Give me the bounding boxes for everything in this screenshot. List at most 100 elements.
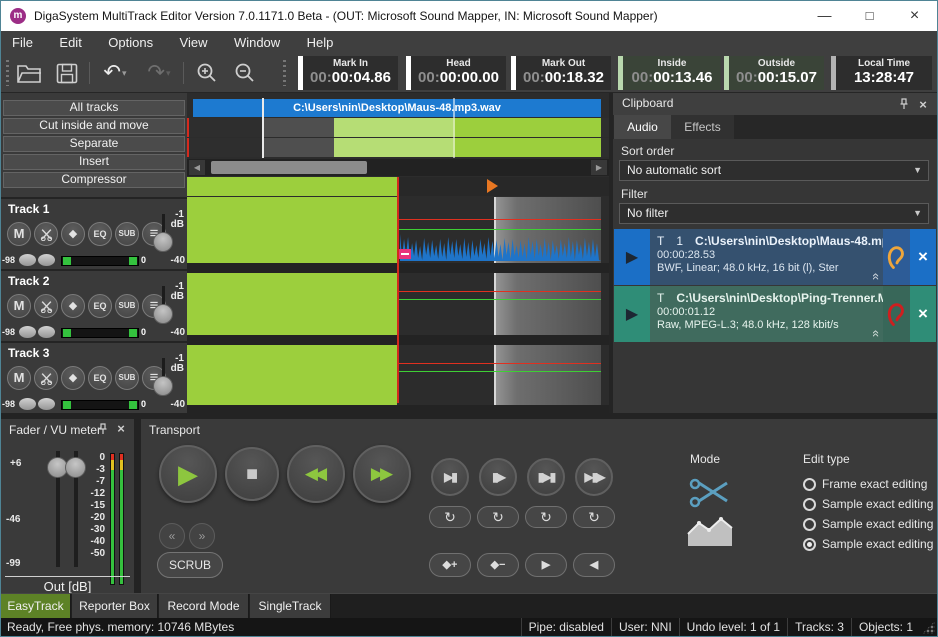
- pin-icon[interactable]: [897, 98, 911, 111]
- zoom-in-button[interactable]: [193, 60, 221, 86]
- menu-help[interactable]: Help: [296, 31, 345, 54]
- scrub-button[interactable]: SCRUB: [157, 552, 223, 578]
- eq-button[interactable]: EQ: [88, 222, 112, 246]
- playhead-marker-icon[interactable]: [487, 179, 498, 193]
- mute-button[interactable]: M: [7, 366, 31, 390]
- radio-selected-icon[interactable]: [803, 538, 816, 551]
- menu-options[interactable]: Options: [97, 31, 164, 54]
- next-marker-button[interactable]: »: [189, 523, 215, 549]
- tab-record-mode[interactable]: Record Mode: [159, 594, 249, 618]
- add-marker-button[interactable]: ◆+: [429, 553, 471, 577]
- track-2-clip[interactable]: [187, 273, 397, 335]
- toolbar-grip[interactable]: [283, 60, 286, 86]
- track-fader-knob[interactable]: [153, 304, 173, 324]
- menu-window[interactable]: Window: [223, 31, 291, 54]
- sort-order-select[interactable]: No automatic sort ▼: [619, 160, 929, 181]
- track-3-selection-region[interactable]: [494, 345, 601, 405]
- clip-info[interactable]: TC:\Users\nin\Desktop\Ping-Trenner.M 00:…: [650, 286, 883, 342]
- rewind-button[interactable]: ◀◀: [287, 445, 345, 503]
- sub-button[interactable]: SUB: [115, 366, 139, 390]
- clipboard-item[interactable]: ▶ TC:\Users\nin\Desktop\Ping-Trenner.M 0…: [614, 286, 936, 342]
- fade-handle-marker[interactable]: [399, 249, 411, 259]
- collapse-icon[interactable]: «: [869, 273, 883, 280]
- eq-button[interactable]: EQ: [88, 294, 112, 318]
- separate-button[interactable]: Separate: [3, 136, 185, 152]
- pan-knob-right[interactable]: [38, 326, 55, 338]
- collapse-icon[interactable]: «: [869, 330, 883, 337]
- previous-marker-button[interactable]: «: [159, 523, 185, 549]
- remove-clip-button[interactable]: ×: [910, 286, 936, 342]
- cut-mode-button[interactable]: [689, 477, 731, 516]
- horizontal-scrollbar[interactable]: ◀ ▶: [187, 159, 609, 176]
- play-around-cut-button[interactable]: ▶▮▶: [575, 458, 613, 496]
- track-fader-knob[interactable]: [153, 232, 173, 252]
- play-button[interactable]: ▶: [159, 445, 217, 503]
- pan-knob-left[interactable]: [19, 254, 36, 266]
- cut-protect-button[interactable]: [34, 294, 58, 318]
- undo-button[interactable]: ↶▾: [97, 60, 133, 86]
- radio-icon[interactable]: [803, 478, 816, 491]
- pan-knob-left[interactable]: [19, 326, 36, 338]
- all-tracks-button[interactable]: All tracks: [3, 100, 185, 116]
- step-forward-button[interactable]: ▶: [525, 553, 567, 577]
- cut-protect-button[interactable]: [34, 222, 58, 246]
- scroll-left-arrow[interactable]: ◀: [189, 160, 205, 175]
- menu-edit[interactable]: Edit: [48, 31, 92, 54]
- undo-dropdown-icon[interactable]: ▾: [122, 68, 127, 79]
- eq-button[interactable]: EQ: [88, 366, 112, 390]
- step-back-button[interactable]: ◀: [573, 553, 615, 577]
- compressor-button[interactable]: Compressor: [3, 172, 185, 188]
- pan-knob-right[interactable]: [38, 398, 55, 410]
- track-fader-knob[interactable]: [153, 376, 173, 396]
- cut-inside-move-button[interactable]: Cut inside and move: [3, 118, 185, 134]
- envelope-mode-button[interactable]: [687, 515, 733, 552]
- pin-icon[interactable]: [96, 423, 110, 436]
- menu-file[interactable]: File: [1, 31, 44, 54]
- insert-mode-button[interactable]: ◆: [61, 366, 85, 390]
- prelisten-button[interactable]: [883, 229, 910, 285]
- play-to-mark-button[interactable]: ▶▮: [431, 458, 469, 496]
- pan-knob-right[interactable]: [38, 254, 55, 266]
- loop-button-4[interactable]: ↻: [573, 506, 615, 528]
- resize-grip[interactable]: [922, 621, 935, 634]
- loop-button-1[interactable]: ↻: [429, 506, 471, 528]
- loop-button-2[interactable]: ↻: [477, 506, 519, 528]
- tab-audio[interactable]: Audio: [614, 115, 671, 139]
- overview-selected-clip[interactable]: C:\Users\nin\Desktop\Maus-48.mp3.wav: [193, 99, 601, 117]
- filter-select[interactable]: No filter ▼: [619, 203, 929, 224]
- radio-sample-exact-us-2[interactable]: Sample exact editing us: [803, 536, 936, 552]
- remove-marker-button[interactable]: ◆−: [477, 553, 519, 577]
- cut-protect-button[interactable]: [34, 366, 58, 390]
- clipboard-item[interactable]: ▶ T1C:\Users\nin\Desktop\Maus-48.mp 00:0…: [614, 229, 936, 285]
- tab-easytrack[interactable]: EasyTrack: [1, 594, 71, 618]
- close-button[interactable]: ×: [892, 1, 937, 30]
- loop-button-3[interactable]: ↻: [525, 506, 567, 528]
- sub-button[interactable]: SUB: [115, 294, 139, 318]
- radio-sample-exact-at[interactable]: Sample exact editing at: [803, 496, 936, 512]
- scrollbar-thumb[interactable]: [211, 161, 367, 174]
- mute-button[interactable]: M: [7, 222, 31, 246]
- overview-row-2[interactable]: [187, 118, 609, 137]
- mute-button[interactable]: M: [7, 294, 31, 318]
- play-clip-button[interactable]: ▶: [614, 229, 650, 285]
- track-3-clip[interactable]: [187, 345, 397, 405]
- play-clip-button[interactable]: ▶: [614, 286, 650, 342]
- remove-clip-button[interactable]: ×: [910, 229, 936, 285]
- track-2-selection-region[interactable]: [494, 273, 601, 335]
- minimize-button[interactable]: —: [802, 1, 847, 30]
- tab-reporter-box[interactable]: Reporter Box: [72, 594, 158, 618]
- close-panel-icon[interactable]: ×: [916, 98, 930, 111]
- prelisten-button[interactable]: [883, 286, 910, 342]
- pan-knob-left[interactable]: [19, 398, 36, 410]
- open-file-button[interactable]: [15, 60, 43, 86]
- radio-icon[interactable]: [803, 498, 816, 511]
- radio-frame-exact[interactable]: Frame exact editing: [803, 476, 936, 492]
- maximize-button[interactable]: □: [847, 1, 892, 30]
- insert-mode-button[interactable]: ◆: [61, 294, 85, 318]
- insert-mode-button[interactable]: ◆: [61, 222, 85, 246]
- insert-button[interactable]: Insert: [3, 154, 185, 170]
- radio-sample-exact-us-1[interactable]: Sample exact editing us: [803, 516, 936, 532]
- overview-row-3[interactable]: [187, 138, 609, 157]
- tab-singletrack[interactable]: SingleTrack: [250, 594, 331, 618]
- close-panel-icon[interactable]: ×: [114, 422, 128, 435]
